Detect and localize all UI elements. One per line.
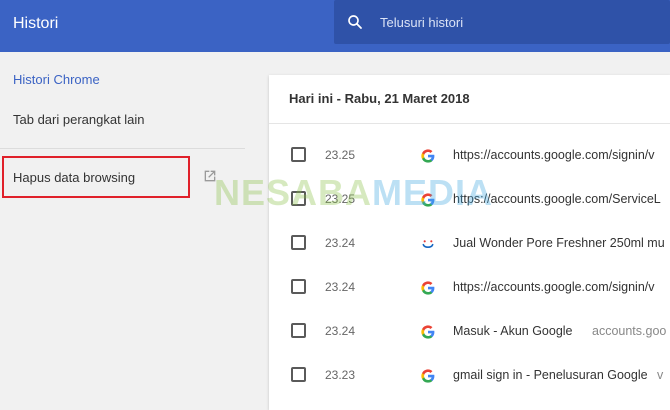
row-title[interactable]: gmail sign in - Penelusuran Google bbox=[453, 368, 648, 382]
row-checkbox[interactable] bbox=[291, 279, 306, 294]
history-row[interactable]: 23.24 Masuk - Akun Google accounts.goo bbox=[269, 309, 670, 353]
divider bbox=[269, 123, 670, 124]
google-icon bbox=[421, 281, 435, 295]
date-header: Hari ini - Rabu, 21 Maret 2018 bbox=[289, 91, 470, 106]
row-title[interactable]: Jual Wonder Pore Freshner 250ml mu bbox=[453, 236, 665, 250]
row-title[interactable]: https://accounts.google.com/signin/v bbox=[453, 280, 655, 294]
search-input[interactable] bbox=[380, 0, 660, 44]
sidebar-divider bbox=[0, 148, 245, 149]
watermark-part: NESABA bbox=[214, 172, 373, 213]
google-icon bbox=[421, 369, 435, 383]
row-time: 23.24 bbox=[325, 280, 356, 294]
history-row[interactable]: 23.24 Jual Wonder Pore Freshner 250ml mu bbox=[269, 221, 670, 265]
sidebar-item-other-devices[interactable]: Tab dari perangkat lain bbox=[13, 112, 145, 127]
row-checkbox[interactable] bbox=[291, 323, 306, 338]
row-time: 23.25 bbox=[325, 148, 356, 162]
row-checkbox[interactable] bbox=[291, 367, 306, 382]
row-checkbox[interactable] bbox=[291, 235, 306, 250]
history-row[interactable]: 23.24 https://accounts.google.com/signin… bbox=[269, 265, 670, 309]
history-card: Hari ini - Rabu, 21 Maret 2018 23.25 htt… bbox=[269, 75, 670, 410]
row-time: 23.24 bbox=[325, 324, 356, 338]
search-icon bbox=[348, 15, 362, 29]
row-time: 23.23 bbox=[325, 368, 356, 382]
search-box[interactable] bbox=[334, 0, 670, 44]
row-title[interactable]: https://accounts.google.com/signin/v bbox=[453, 148, 655, 162]
google-icon bbox=[421, 149, 435, 163]
history-row[interactable]: 23.23 gmail sign in - Penelusuran Google… bbox=[269, 353, 670, 397]
row-domain: accounts.goo bbox=[592, 324, 667, 338]
watermark-part: MEDIA bbox=[372, 172, 494, 213]
row-title[interactable]: Masuk - Akun Google bbox=[453, 324, 573, 338]
row-time: 23.24 bbox=[325, 236, 356, 250]
row-checkbox[interactable] bbox=[291, 147, 306, 162]
sidebar-item-clear-browsing-data[interactable]: Hapus data browsing bbox=[2, 156, 190, 198]
watermark: NESABAMEDIA bbox=[214, 172, 493, 214]
sidebar-item-label: Hapus data browsing bbox=[13, 170, 136, 185]
history-row[interactable]: 23.25 https://accounts.google.com/signin… bbox=[269, 133, 670, 177]
smile-icon bbox=[422, 240, 434, 248]
top-bar: Histori bbox=[0, 0, 670, 52]
sidebar-item-chrome-history[interactable]: Histori Chrome bbox=[13, 72, 100, 87]
sidebar: Histori Chrome Tab dari perangkat lain H… bbox=[0, 52, 250, 410]
page-title: Histori bbox=[13, 15, 59, 32]
google-icon bbox=[421, 325, 435, 339]
row-domain: v bbox=[657, 368, 664, 382]
